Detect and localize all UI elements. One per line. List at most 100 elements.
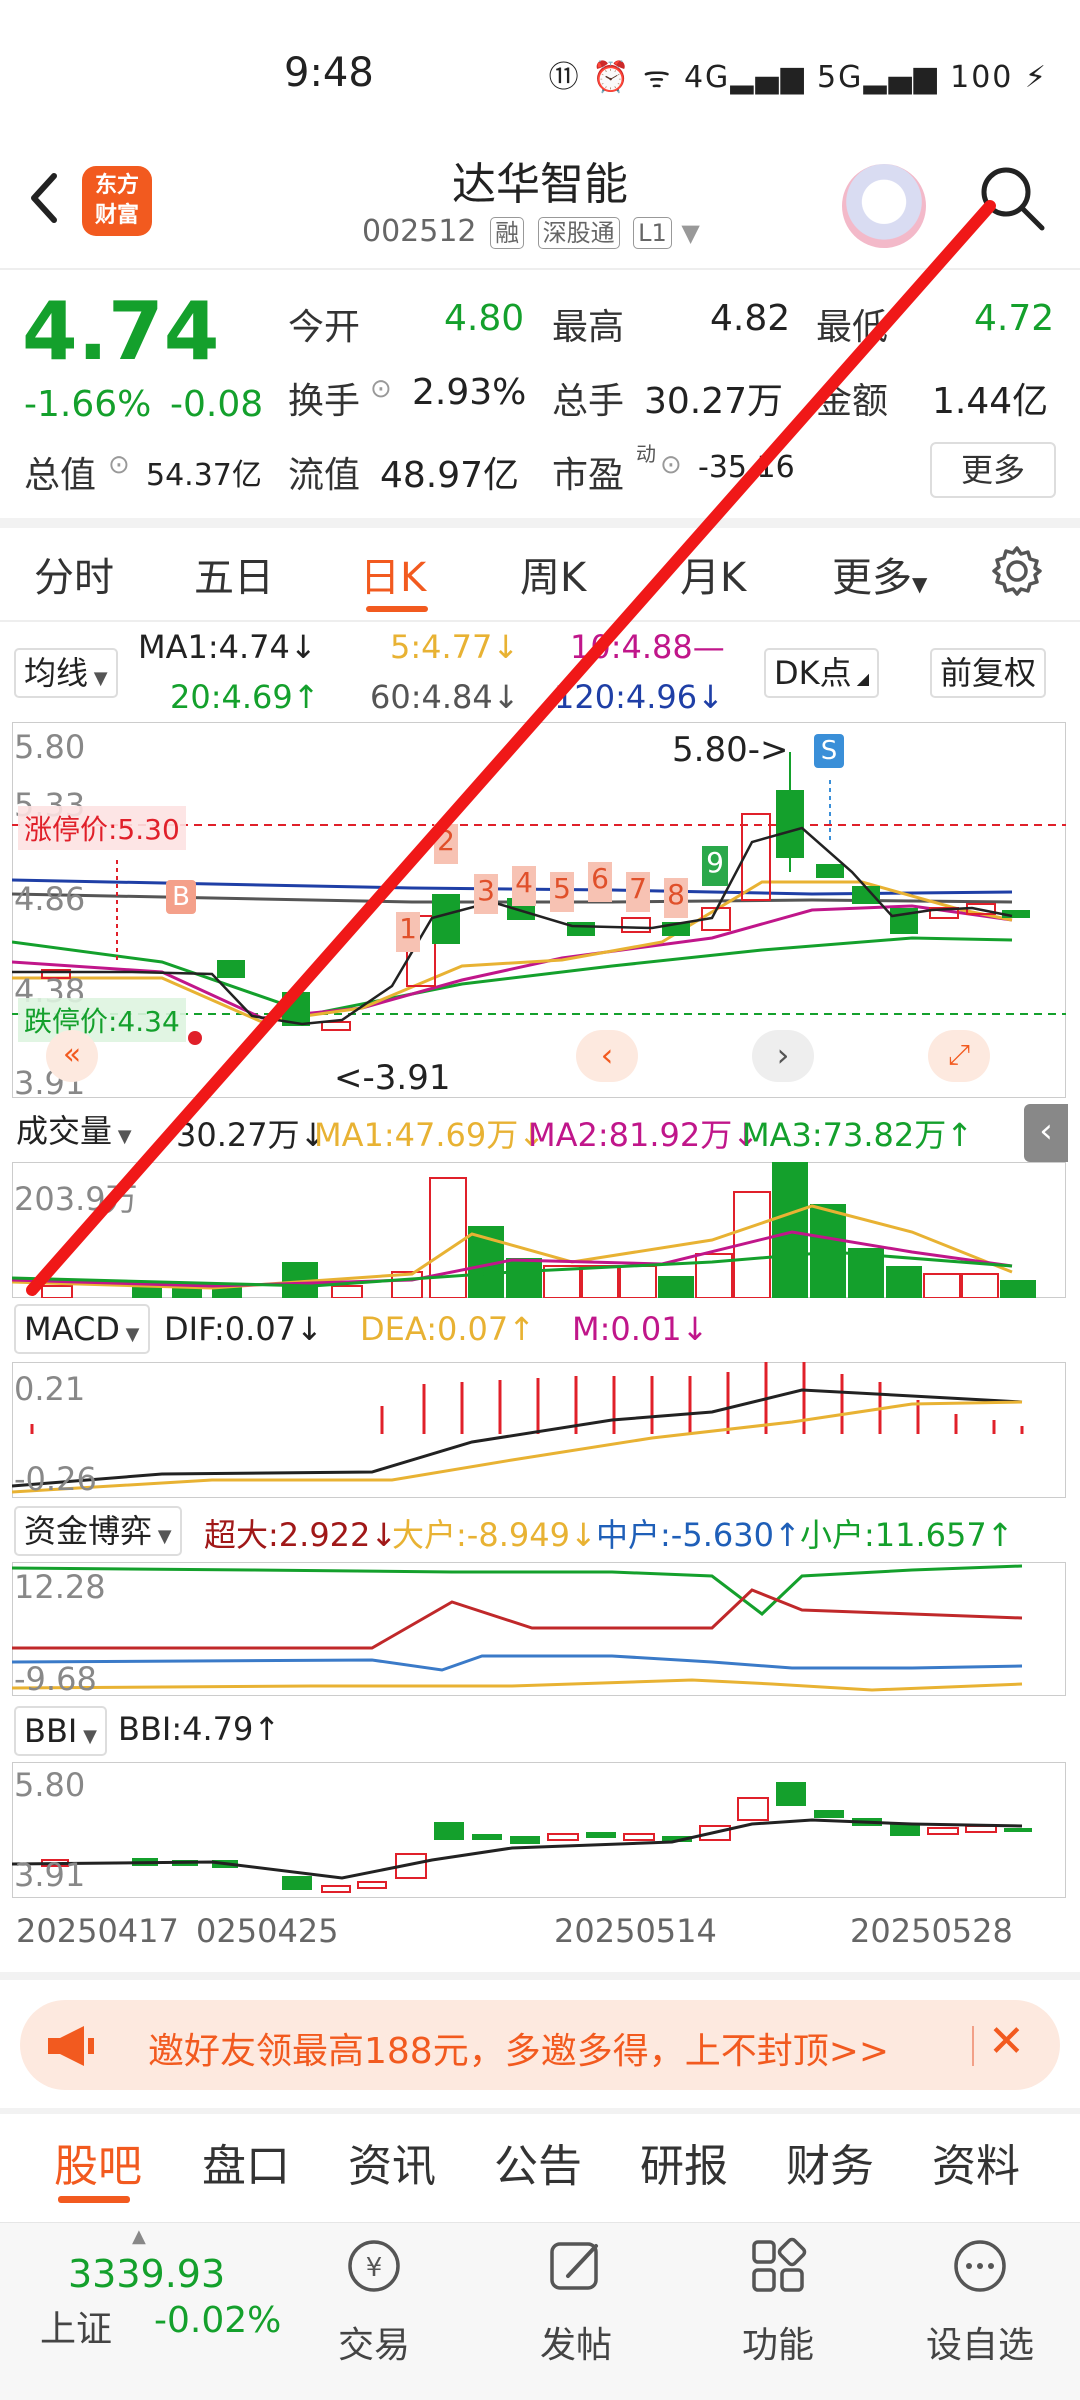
tab-profile[interactable]: 资料 xyxy=(932,2130,1020,2194)
stock-code: 002512 xyxy=(362,214,477,249)
limit-down-label: 跌停价:4.34 xyxy=(18,998,186,1042)
index-name[interactable]: 上证 xyxy=(40,2300,112,2352)
buy-marker[interactable]: B xyxy=(166,880,196,914)
info-icon[interactable]: ⊙ xyxy=(660,450,682,480)
mktcap-value: 54.37亿 xyxy=(146,458,262,493)
more-options-icon[interactable] xyxy=(950,2236,1010,2296)
post-icon[interactable] xyxy=(546,2236,606,2296)
search-icon[interactable] xyxy=(976,162,1048,234)
info-icon[interactable]: ⊙ xyxy=(108,450,130,480)
chevron-left-icon[interactable]: ‹ xyxy=(576,1030,638,1082)
gear-icon[interactable] xyxy=(990,544,1044,598)
volume-bar xyxy=(41,1285,73,1298)
volume-bar xyxy=(772,1162,808,1298)
fund-big: 大户:-8.949↓ xyxy=(392,1516,597,1554)
bbi-selector[interactable]: BBI ▼ xyxy=(14,1706,107,1756)
fund-y-top: 12.28 xyxy=(14,1568,106,1606)
dk-point-label: DK点 xyxy=(774,654,852,692)
index-value[interactable]: 3339.93 xyxy=(68,2252,225,2296)
promo-divider xyxy=(972,2026,974,2066)
current-price: 4.74 xyxy=(22,285,220,378)
close-icon[interactable]: ✕ xyxy=(988,2016,1025,2067)
tab-forum[interactable]: 股吧 xyxy=(54,2130,142,2194)
fund-super-line xyxy=(12,1588,1023,1650)
caret-down-icon: ▼ xyxy=(152,1526,172,1547)
ma10-value: 10:4.88— xyxy=(570,628,725,666)
chevron-right-icon[interactable]: › xyxy=(752,1030,814,1082)
chevron-down-icon[interactable]: ▼ xyxy=(681,219,699,247)
fund-small: 小户:11.657↑ xyxy=(800,1516,1014,1554)
nav-functions[interactable]: 功能 xyxy=(728,2316,828,2368)
price-adjust-button[interactable]: 前复权 xyxy=(930,648,1047,698)
high-value: 4.82 xyxy=(710,298,791,339)
count-marker: 5 xyxy=(550,872,574,912)
assistant-avatar[interactable] xyxy=(842,164,926,248)
functions-icon[interactable] xyxy=(748,2236,808,2296)
active-tab-underline xyxy=(58,2196,130,2203)
tabs-divider xyxy=(0,620,1080,622)
count-marker: 9 xyxy=(702,846,728,886)
pe-value: -35.16 xyxy=(698,450,795,485)
date-label: 20250528 xyxy=(850,1912,1013,1950)
nav-post[interactable]: 发帖 xyxy=(526,2316,626,2368)
section-divider xyxy=(0,2108,1080,2114)
ma-selector[interactable]: 均线 ▼ xyxy=(14,648,118,698)
bbi-chart xyxy=(12,1782,1032,1893)
count-marker: 4 xyxy=(512,866,536,906)
collapse-panel-icon[interactable]: ‹ xyxy=(1024,1104,1068,1162)
tab-finance[interactable]: 财务 xyxy=(786,2130,874,2194)
fund-selector[interactable]: 资金博弈 ▼ xyxy=(14,1506,182,1556)
volume-bar xyxy=(331,1285,363,1298)
float-label: 流值 xyxy=(288,455,361,496)
tab-weekly-k[interactable]: 周K xyxy=(520,545,586,603)
count-marker: 6 xyxy=(588,862,612,902)
tab-announcements[interactable]: 公告 xyxy=(494,2130,582,2194)
info-icon[interactable]: ⊙ xyxy=(370,374,392,404)
trade-icon[interactable]: ¥ xyxy=(344,2236,404,2296)
bbi-y-top: 5.80 xyxy=(14,1766,86,1804)
header-divider xyxy=(0,268,1080,270)
fund-chart xyxy=(12,1564,1023,1692)
tab-five-day[interactable]: 五日 xyxy=(194,545,274,603)
volume-value: 30.27万 xyxy=(644,381,784,422)
volume-bar xyxy=(506,1258,542,1298)
open-label: 今开 xyxy=(288,307,361,348)
bbi-selector-label: BBI xyxy=(24,1712,78,1750)
tab-daily-k[interactable]: 日K xyxy=(360,545,426,603)
ma-selector-label: 均线 xyxy=(24,654,89,692)
sell-marker[interactable]: S xyxy=(814,734,844,768)
tab-intraday[interactable]: 分时 xyxy=(34,545,114,603)
date-label: 0250425 xyxy=(196,1912,339,1950)
caret-down-icon: ▼ xyxy=(119,1324,140,1345)
macd-chart xyxy=(12,1362,1024,1494)
promo-text[interactable]: 邀好友领最高188元，多邀多得，上不封顶>> xyxy=(148,2022,889,2074)
expand-icon[interactable]: ⤢ xyxy=(928,1030,990,1082)
macd-dif-line xyxy=(12,1388,1023,1488)
date-label: 20250417 xyxy=(16,1912,179,1950)
tab-monthly-k[interactable]: 月K xyxy=(680,545,746,603)
more-quote-button[interactable]: 更多 xyxy=(930,442,1056,498)
volume-ma1: MA1:47.69万↓ xyxy=(314,1116,546,1154)
nav-trade[interactable]: 交易 xyxy=(324,2316,424,2368)
tab-research[interactable]: 研报 xyxy=(640,2130,728,2194)
double-chevron-left-icon[interactable]: « xyxy=(46,1030,98,1082)
index-change[interactable]: -0.02% xyxy=(154,2300,281,2341)
tab-more[interactable]: 更多▼ xyxy=(832,545,927,603)
tab-order-book[interactable]: 盘口 xyxy=(202,2130,290,2194)
macd-y-bottom: -0.26 xyxy=(14,1460,97,1498)
section-divider xyxy=(0,1972,1080,1980)
volume-ma2: MA2:81.92万↓ xyxy=(528,1116,760,1154)
volume-selector[interactable]: 成交量 ▼ xyxy=(14,1108,140,1158)
ma20-value: 20:4.69↑ xyxy=(170,678,320,716)
bbi-value: BBI:4.79↑ xyxy=(118,1710,281,1748)
tab-news[interactable]: 资讯 xyxy=(348,2130,436,2194)
dk-point-button[interactable]: DK点 ◢ xyxy=(764,648,880,698)
macd-selector[interactable]: MACD ▼ xyxy=(14,1304,150,1354)
count-marker: 2 xyxy=(434,824,458,864)
fund-small-line xyxy=(12,1564,1023,1616)
volume-bar xyxy=(1000,1280,1036,1298)
float-value: 48.97亿 xyxy=(380,455,520,496)
kline-y-top: 5.80 xyxy=(14,728,86,766)
nav-add-watchlist[interactable]: 设自选 xyxy=(912,2316,1048,2368)
date-label: 20250514 xyxy=(554,1912,717,1950)
